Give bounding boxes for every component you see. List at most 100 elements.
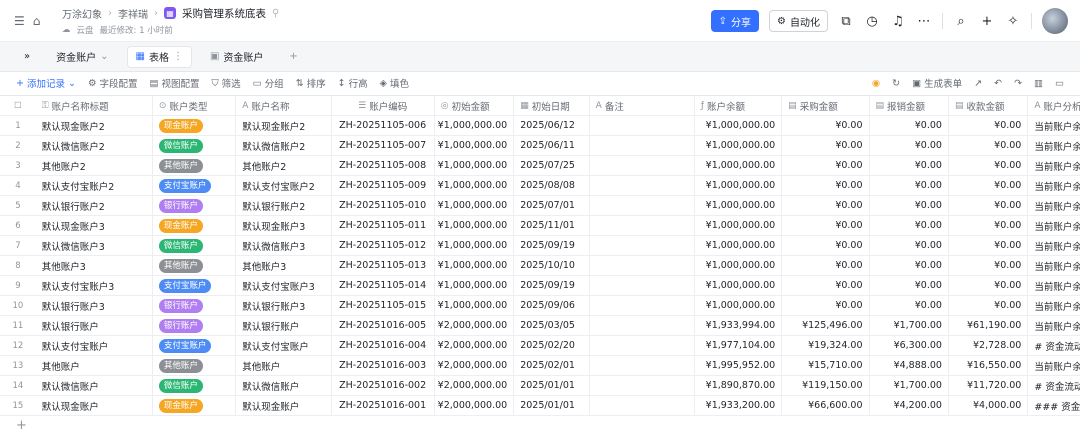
- cell-purchase[interactable]: ¥125,496.00: [782, 316, 870, 335]
- table-row[interactable]: 15 默认现金账户 现金账户 默认现金账户 ZH-20251016-001 ¥2,000,…: [0, 396, 1080, 416]
- view-config-button[interactable]: ▤ 视图配置: [150, 76, 200, 91]
- cell-expense[interactable]: ¥0.00: [870, 256, 949, 275]
- cell-receipt[interactable]: ¥0.00: [949, 276, 1029, 295]
- table-row[interactable]: 11 默认银行账户 银行账户 默认银行账户 ZH-20251016-005 ¥2,000,…: [0, 316, 1080, 336]
- cell-initial-date[interactable]: 2025/11/01: [514, 216, 590, 235]
- copy-icon[interactable]: ⧉: [838, 14, 854, 29]
- cell-title[interactable]: 其他账户2: [36, 156, 153, 175]
- cell-type[interactable]: 其他账户: [153, 256, 237, 275]
- cell-expense[interactable]: ¥0.00: [870, 276, 949, 295]
- cell-initial-amount[interactable]: ¥2,000,000.00: [435, 356, 515, 375]
- fill-color-button[interactable]: ◈ 填色: [380, 76, 409, 91]
- cell-initial-date[interactable]: 2025/03/05: [514, 316, 590, 335]
- row-index[interactable]: 4: [0, 176, 36, 195]
- cell-account-code[interactable]: ZH-20251105-009: [332, 176, 435, 195]
- cell-note[interactable]: [590, 136, 695, 155]
- cell-title[interactable]: 默认支付宝账户3: [36, 276, 153, 295]
- tab-more-icon[interactable]: ⋮: [173, 51, 183, 62]
- cell-expense[interactable]: ¥0.00: [870, 116, 949, 135]
- collapse-tables-icon[interactable]: »: [16, 46, 38, 68]
- cell-balance[interactable]: ¥1,000,000.00: [695, 196, 783, 215]
- calendar-icon[interactable]: ▥: [1034, 78, 1043, 89]
- cell-analysis[interactable]: 当前账户余额: [1028, 316, 1080, 335]
- cell-analysis[interactable]: 当前账户余额: [1028, 276, 1080, 295]
- table-row[interactable]: 4 默认支付宝账户2 支付宝账户 默认支付宝账户2 ZH-20251105-009 ¥1,…: [0, 176, 1080, 196]
- cell-receipt[interactable]: ¥0.00: [949, 196, 1029, 215]
- sort-button[interactable]: ⇅ 排序: [296, 76, 326, 91]
- cell-initial-amount[interactable]: ¥2,000,000.00: [435, 376, 515, 395]
- add-view-button[interactable]: +: [281, 46, 305, 68]
- cell-balance[interactable]: ¥1,000,000.00: [695, 216, 783, 235]
- column-header-receipt[interactable]: ▤ 收款金额: [949, 96, 1029, 115]
- doc-title[interactable]: 采购管理系统底表: [182, 6, 266, 21]
- cell-note[interactable]: [590, 276, 695, 295]
- cell-account-code[interactable]: ZH-20251016-005: [332, 316, 435, 335]
- cell-purchase[interactable]: ¥0.00: [782, 136, 870, 155]
- table-row[interactable]: 13 其他账户 其他账户 其他账户 ZH-20251016-003 ¥2,000,000.…: [0, 356, 1080, 376]
- cell-type[interactable]: 支付宝账户: [153, 176, 237, 195]
- cell-account-code[interactable]: ZH-20251105-013: [332, 256, 435, 275]
- column-header-initial-amount[interactable]: ◎ 初始金额: [435, 96, 515, 115]
- bell-icon[interactable]: ♫: [890, 14, 906, 29]
- table-row[interactable]: 2 默认微信账户2 微信账户 默认微信账户2 ZH-20251105-007 ¥1,000…: [0, 136, 1080, 156]
- cell-receipt[interactable]: ¥11,720.00: [949, 376, 1029, 395]
- table-row[interactable]: 9 默认支付宝账户3 支付宝账户 默认支付宝账户3 ZH-20251105-014 ¥1,…: [0, 276, 1080, 296]
- cell-initial-date[interactable]: 2025/09/19: [514, 276, 590, 295]
- row-index[interactable]: 13: [0, 356, 36, 375]
- row-index[interactable]: 14: [0, 376, 36, 395]
- cell-initial-amount[interactable]: ¥1,000,000.00: [435, 196, 515, 215]
- cell-note[interactable]: [590, 156, 695, 175]
- cell-receipt[interactable]: ¥61,190.00: [949, 316, 1029, 335]
- cell-receipt[interactable]: ¥0.00: [949, 256, 1029, 275]
- cell-initial-amount[interactable]: ¥1,000,000.00: [435, 136, 515, 155]
- cell-title[interactable]: 默认支付宝账户: [36, 336, 153, 355]
- row-index[interactable]: 15: [0, 396, 36, 415]
- row-index[interactable]: 6: [0, 216, 36, 235]
- row-height-button[interactable]: ↕ 行高: [338, 76, 368, 91]
- cell-purchase[interactable]: ¥0.00: [782, 236, 870, 255]
- plus-icon[interactable]: +: [979, 14, 995, 29]
- cell-initial-date[interactable]: 2025/02/01: [514, 356, 590, 375]
- cell-expense[interactable]: ¥0.00: [870, 216, 949, 235]
- cell-initial-amount[interactable]: ¥1,000,000.00: [435, 156, 515, 175]
- cell-type[interactable]: 微信账户: [153, 236, 237, 255]
- cell-analysis[interactable]: 当前账户余额: [1028, 256, 1080, 275]
- cell-account-code[interactable]: ZH-20251016-001: [332, 396, 435, 415]
- sidebar-toggle-icon[interactable]: ☰: [14, 14, 25, 28]
- cell-purchase[interactable]: ¥66,600.00: [782, 396, 870, 415]
- cell-type[interactable]: 微信账户: [153, 376, 237, 395]
- cell-expense[interactable]: ¥0.00: [870, 136, 949, 155]
- sparkle-icon[interactable]: ✧: [1005, 14, 1021, 29]
- cell-receipt[interactable]: ¥0.00: [949, 136, 1029, 155]
- tab-current-table[interactable]: 资金账户 ⌄: [48, 46, 116, 68]
- cell-account-name[interactable]: 默认微信账户2: [236, 136, 332, 155]
- cell-title[interactable]: 默认支付宝账户2: [36, 176, 153, 195]
- cell-title[interactable]: 默认微信账户3: [36, 236, 153, 255]
- cell-account-name[interactable]: 其他账户: [236, 356, 332, 375]
- table-row[interactable]: 7 默认微信账户3 微信账户 默认微信账户3 ZH-20251105-012 ¥1,000…: [0, 236, 1080, 256]
- cell-analysis[interactable]: 当前账户余额: [1028, 196, 1080, 215]
- cell-expense[interactable]: ¥4,200.00: [870, 396, 949, 415]
- cell-account-code[interactable]: ZH-20251016-003: [332, 356, 435, 375]
- cell-initial-date[interactable]: 2025/09/19: [514, 236, 590, 255]
- cell-balance[interactable]: ¥1,933,200.00: [695, 396, 783, 415]
- cell-account-code[interactable]: ZH-20251105-008: [332, 156, 435, 175]
- row-index[interactable]: 11: [0, 316, 36, 335]
- cell-expense[interactable]: ¥4,888.00: [870, 356, 949, 375]
- cell-balance[interactable]: ¥1,995,952.00: [695, 356, 783, 375]
- cell-receipt[interactable]: ¥0.00: [949, 296, 1029, 315]
- cell-analysis[interactable]: 当前账户余额: [1028, 156, 1080, 175]
- cell-title[interactable]: 默认现金账户: [36, 396, 153, 415]
- tab-grid-view[interactable]: ▦ 表格 ⋮: [126, 45, 192, 68]
- cell-title[interactable]: 默认银行账户: [36, 316, 153, 335]
- cell-account-name[interactable]: 其他账户2: [236, 156, 332, 175]
- cell-initial-amount[interactable]: ¥1,000,000.00: [435, 276, 515, 295]
- cell-account-name[interactable]: 默认支付宝账户: [236, 336, 332, 355]
- cell-title[interactable]: 其他账户: [36, 356, 153, 375]
- cell-balance[interactable]: ¥1,000,000.00: [695, 256, 783, 275]
- cell-account-name[interactable]: 默认现金账户3: [236, 216, 332, 235]
- cell-initial-date[interactable]: 2025/06/11: [514, 136, 590, 155]
- cell-account-code[interactable]: ZH-20251105-007: [332, 136, 435, 155]
- cell-analysis[interactable]: 当前账户余额: [1028, 356, 1080, 375]
- column-header-purchase[interactable]: ▤ 采购金额: [782, 96, 870, 115]
